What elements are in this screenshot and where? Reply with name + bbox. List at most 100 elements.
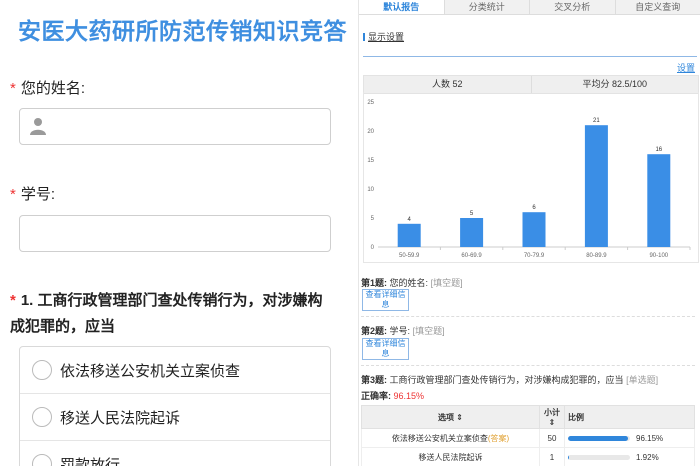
bar [522, 212, 546, 247]
progress-fill [568, 454, 570, 460]
accuracy-label: 正确率: [361, 391, 391, 401]
student-id-input[interactable] [19, 215, 331, 252]
view-details-button[interactable]: 查看详细信息 [362, 289, 409, 311]
progress-bar [568, 435, 630, 441]
q2-number: 第2题: [361, 326, 388, 336]
user-icon [30, 118, 46, 135]
count-cell: 1 [539, 447, 565, 466]
bar-chart-svg: 0 5 10 15 20 25 4 50-59.9 5 60-69.9 6 70-79.9 21 80-8… [367, 100, 691, 259]
accuracy-line: 正确率: 96.15% [361, 389, 424, 402]
ratio-text: 96.15% [636, 433, 664, 443]
show-settings-label: 显示设置 [368, 32, 405, 42]
q2-summary: 第2题: 学号: [填空题] [361, 324, 445, 337]
q2-type: [填空题] [412, 326, 445, 336]
q1-title: 您的姓名: [389, 278, 429, 288]
id-question-text: 学号: [20, 186, 56, 203]
q3-summary: 第3题: 工商行政管理部门查处传销行为，对涉嫌构成犯罪的，应当 [单选题] [361, 373, 658, 386]
option-label: 罚款放行 [60, 457, 121, 466]
question-1-label: * 1. 工商行政管理部门查处传销行为，对涉嫌构成犯罪的，应当 [10, 288, 330, 340]
x-tick-label: 60-69.9 [461, 253, 482, 259]
option-label: 移送人民法院起诉 [60, 410, 181, 427]
col-option-label: 选项 [438, 412, 455, 422]
bar [647, 154, 671, 247]
bar-value-label: 6 [532, 205, 536, 211]
id-question-label: * 学号: [10, 183, 55, 204]
col-option[interactable]: 选项 ⇕ [361, 405, 540, 429]
people-count: 人数 52 [364, 76, 532, 93]
divider [363, 56, 697, 57]
report-tabs: 默认报告 分类统计 交叉分析 自定义查询 [359, 0, 700, 15]
progress-fill [568, 435, 628, 441]
required-marker: * [10, 80, 16, 97]
question-1-options: 依法移送公安机关立案侦查 移送人民法院起诉 罚款放行 [19, 346, 331, 466]
q3-title: 工商行政管理部门查处传销行为，对涉嫌构成犯罪的，应当 [389, 375, 624, 385]
form-title: 安医大药研所防范传销知识竞答 [18, 18, 347, 44]
y-tick-label: 10 [367, 187, 374, 193]
q2-title: 学号: [389, 326, 411, 336]
x-tick-label: 50-59.9 [399, 253, 420, 259]
y-tick-label: 25 [367, 100, 374, 106]
tab-category-stats[interactable]: 分类统计 [445, 0, 530, 14]
q3-results-table: 选项 ⇕ 小计⇕ 比例 依法移送公安机关立案侦查(答案) 50 96.15% 移… [361, 405, 695, 466]
option-row[interactable]: 依法移送公安机关立案侦查 [20, 347, 330, 394]
required-marker: * [10, 186, 16, 203]
option-label: 依法移送公安机关立案侦查 [60, 363, 241, 380]
y-tick-label: 0 [371, 245, 375, 251]
col-count[interactable]: 小计⇕ [539, 405, 565, 429]
y-tick-label: 20 [367, 129, 374, 135]
option-row[interactable]: 移送人民法院起诉 [20, 394, 330, 441]
radio-button[interactable] [32, 360, 52, 380]
tab-custom-query[interactable]: 自定义查询 [616, 0, 700, 14]
count-cell: 50 [539, 428, 565, 448]
name-question-text: 您的姓名: [20, 80, 86, 97]
x-tick-label: 90-100 [649, 253, 668, 259]
x-tick-label: 70-79.9 [524, 253, 545, 259]
ratio-cell: 1.92% [564, 447, 695, 466]
radio-button[interactable] [32, 454, 52, 466]
sort-icon: ⇕ [456, 412, 463, 422]
bar [397, 223, 421, 247]
quiz-form-panel: 安医大药研所防范传销知识竞答 * 您的姓名: * 学号: * 1. 工商行政管理部门查… [0, 0, 350, 466]
x-tick-label: 80-89.9 [586, 253, 607, 259]
name-question-label: * 您的姓名: [10, 77, 85, 98]
q1-summary: 第1题: 您的姓名: [填空题] [361, 276, 463, 289]
marker-icon [363, 33, 365, 41]
option-cell: 移送人民法院起诉 [361, 447, 540, 466]
option-row[interactable]: 罚款放行 [20, 441, 330, 466]
q1-number: 第1题: [361, 278, 388, 288]
radio-button[interactable] [32, 407, 52, 427]
q3-number: 第3题: [361, 375, 388, 385]
tab-default-report[interactable]: 默认报告 [359, 0, 445, 14]
question-1-text: 1. 工商行政管理部门查处传销行为，对涉嫌构成犯罪的，应当 [10, 292, 323, 335]
tab-cross-analysis[interactable]: 交叉分析 [530, 0, 616, 14]
accuracy-value: 96.15% [393, 391, 425, 401]
col-ratio: 比例 [564, 405, 695, 429]
required-marker: * [10, 292, 16, 309]
ratio-text: 1.92% [636, 452, 659, 462]
y-tick-label: 15 [367, 158, 374, 164]
bar-value-label: 16 [655, 147, 662, 153]
divider [361, 316, 695, 317]
view-details-button[interactable]: 查看详细信息 [362, 338, 409, 360]
bar-value-label: 4 [408, 217, 412, 223]
settings-link[interactable]: 设置 [677, 61, 695, 74]
score-distribution-chart: 0 5 10 15 20 25 4 50-59.9 5 60-69.9 6 70-79.9 21 80-8… [363, 92, 699, 263]
average-score: 平均分 82.5/100 [582, 79, 648, 89]
table-row: 依法移送公安机关立案侦查(答案) 50 96.15% [361, 428, 695, 448]
bar [584, 125, 608, 247]
option-text: 移送人民法院起诉 [418, 452, 483, 462]
q1-type: [填空题] [430, 278, 463, 288]
report-panel: 默认报告 分类统计 交叉分析 自定义查询 显示设置 设置 人数 52 平均分 8… [358, 0, 700, 466]
bar [460, 218, 484, 247]
option-text: 依法移送公安机关立案侦查 [391, 433, 488, 443]
table-row: 移送人民法院起诉 1 1.92% [361, 447, 695, 466]
progress-bar [568, 454, 630, 460]
table-header-row: 选项 ⇕ 小计⇕ 比例 [361, 405, 695, 429]
show-settings-link[interactable]: 显示设置 [363, 30, 404, 43]
divider [361, 365, 695, 366]
answer-tag: (答案) [487, 433, 510, 443]
name-input[interactable] [19, 108, 331, 145]
y-tick-label: 5 [371, 216, 375, 222]
bar-value-label: 21 [593, 118, 600, 124]
bar-value-label: 5 [470, 211, 474, 217]
